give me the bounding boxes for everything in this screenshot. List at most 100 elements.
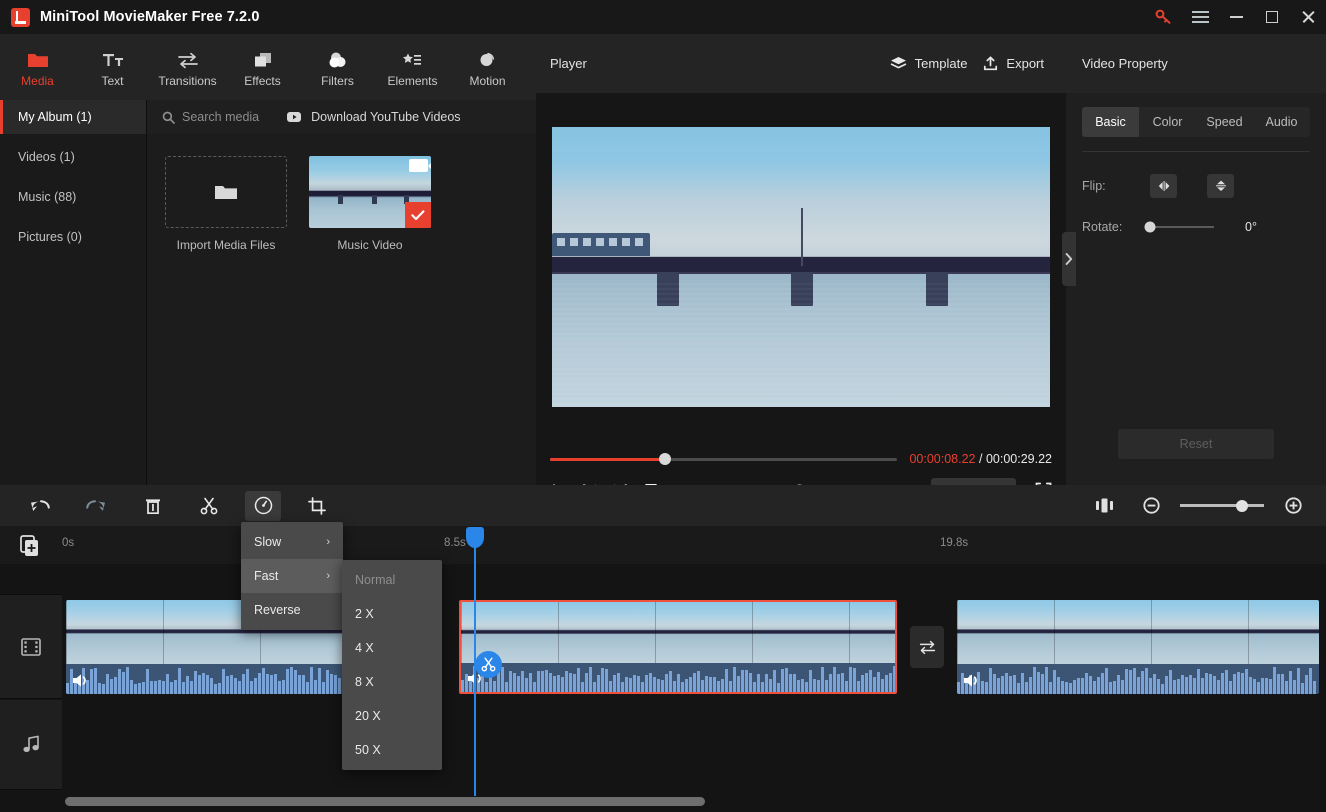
crop-button[interactable] (299, 491, 335, 521)
mute-icon[interactable] (963, 672, 982, 689)
key-glyph (1155, 9, 1171, 24)
zoom-in-button[interactable] (1275, 491, 1311, 521)
submenu-item-50x[interactable]: 50 X (342, 733, 442, 767)
category-label: Videos (1) (18, 150, 75, 164)
speed-button[interactable] (245, 490, 281, 521)
seek-handle[interactable] (658, 453, 671, 465)
mute-icon[interactable] (72, 672, 91, 689)
chevron-right-icon: › (326, 570, 330, 582)
player-panel: Player Template Export 00:00:08.22 / 00:… (536, 34, 1066, 502)
search-icon (162, 111, 175, 124)
app-logo-icon (11, 7, 30, 27)
main-toolbar: Media Text Transitions Effects Filters E… (0, 34, 536, 100)
playhead-handle[interactable] (466, 527, 484, 548)
flip-label: Flip: (1082, 179, 1106, 193)
search-input[interactable]: Search media (162, 110, 259, 124)
add-media-icon[interactable] (20, 535, 41, 561)
transition-button[interactable] (910, 626, 944, 668)
title-bar: MiniTool MovieMaker Free 7.2.0 (0, 0, 1326, 34)
category-my-album[interactable]: My Album (1) (0, 100, 146, 134)
toolbar-item-motion[interactable]: Motion (450, 34, 525, 100)
toolbar-label: Motion (469, 73, 506, 88)
timeline-playhead[interactable] (466, 527, 484, 796)
menu-item-slow[interactable]: Slow › (241, 525, 343, 559)
split-button[interactable] (191, 491, 227, 521)
toolbar-label: Text (101, 73, 124, 88)
timeline-scrollbar-thumb[interactable] (65, 797, 705, 806)
key-icon[interactable] (1146, 0, 1182, 34)
video-preview[interactable] (552, 126, 1050, 407)
submenu-item-2x[interactable]: 2 X (342, 597, 442, 631)
toolbar-item-transitions[interactable]: Transitions (150, 34, 225, 100)
import-media-button[interactable] (165, 156, 287, 228)
ruler-tick: 19.8s (940, 537, 969, 549)
tab-basic[interactable]: Basic (1082, 107, 1139, 137)
video-track-header[interactable] (0, 594, 62, 699)
redo-button[interactable] (78, 491, 114, 521)
crop-icon (308, 496, 326, 515)
tab-color[interactable]: Color (1139, 107, 1196, 137)
tab-audio[interactable]: Audio (1253, 107, 1310, 137)
audio-track-header[interactable] (0, 700, 62, 790)
panel-collapse-button[interactable] (1062, 232, 1076, 286)
timeline-scrollbar[interactable] (0, 790, 1326, 812)
timeline-clip[interactable] (957, 600, 1319, 694)
category-videos[interactable]: Videos (1) (0, 140, 146, 174)
toolbar-item-effects[interactable]: Effects (225, 34, 300, 100)
toolbar-item-filters[interactable]: Filters (300, 34, 375, 100)
menu-label: Slow (254, 535, 282, 549)
menu-label: 4 X (355, 641, 374, 655)
menu-item-fast[interactable]: Fast › (241, 559, 343, 593)
menu-icon[interactable] (1182, 0, 1218, 34)
close-icon[interactable] (1290, 0, 1326, 34)
delete-button[interactable] (135, 491, 171, 521)
preview-train (552, 232, 650, 256)
rotate-handle[interactable] (1144, 221, 1156, 233)
zoom-slider[interactable] (1180, 499, 1264, 512)
submenu-item-4x[interactable]: 4 X (342, 631, 442, 665)
category-pictures[interactable]: Pictures (0) (0, 220, 146, 254)
tab-speed[interactable]: Speed (1196, 107, 1253, 137)
speed-menu: Slow › Fast › Reverse (241, 522, 343, 630)
media-thumbnail[interactable] (309, 156, 431, 228)
timeline-clip-selected[interactable] (459, 600, 897, 694)
minimize-icon[interactable] (1218, 0, 1254, 34)
rotate-row: Rotate: 0° (1066, 220, 1326, 234)
zoom-out-button[interactable] (1133, 491, 1169, 521)
redo-icon (86, 499, 105, 511)
player-title: Player (550, 56, 587, 71)
flip-horizontal-icon[interactable] (1150, 174, 1177, 198)
maximize-icon[interactable] (1254, 0, 1290, 34)
menu-label: 50 X (355, 743, 381, 757)
export-label: Export (1006, 56, 1044, 71)
seek-row: 00:00:08.22 / 00:00:29.22 (536, 440, 1066, 466)
split-view-button[interactable] (1086, 491, 1122, 521)
submenu-item-20x[interactable]: 20 X (342, 699, 442, 733)
library-top-bar: Search media Download YouTube Videos (147, 100, 536, 134)
toolbar-item-text[interactable]: Text (75, 34, 150, 100)
flip-vertical-icon[interactable] (1207, 174, 1234, 198)
category-music[interactable]: Music (88) (0, 180, 146, 214)
seek-slider[interactable] (550, 453, 898, 465)
folder-icon (27, 47, 49, 69)
toolbar-item-elements[interactable]: Elements (375, 34, 450, 100)
download-youtube-button[interactable]: Download YouTube Videos (287, 110, 461, 124)
export-icon (984, 56, 998, 71)
submenu-item-8x[interactable]: 8 X (342, 665, 442, 699)
toolbar-item-media[interactable]: Media (0, 34, 75, 100)
timeline-ruler[interactable]: 0s 8.5s 19.8s (0, 526, 1326, 564)
chevron-right-icon (1065, 253, 1073, 265)
rotate-slider[interactable] (1144, 221, 1214, 233)
video-camera-icon (409, 159, 431, 172)
reset-button[interactable]: Reset (1118, 429, 1274, 459)
template-button[interactable]: Template (882, 50, 976, 77)
zoom-handle[interactable] (1236, 499, 1249, 512)
toolbar-label: Elements (387, 73, 438, 88)
ruler-tick: 8.5s (444, 537, 466, 549)
split-clip-button[interactable] (475, 651, 502, 678)
menu-item-reverse[interactable]: Reverse (241, 593, 343, 627)
tab-label: Color (1152, 115, 1183, 129)
text-icon (102, 47, 124, 69)
undo-button[interactable] (22, 491, 58, 521)
export-button[interactable]: Export (975, 50, 1052, 77)
